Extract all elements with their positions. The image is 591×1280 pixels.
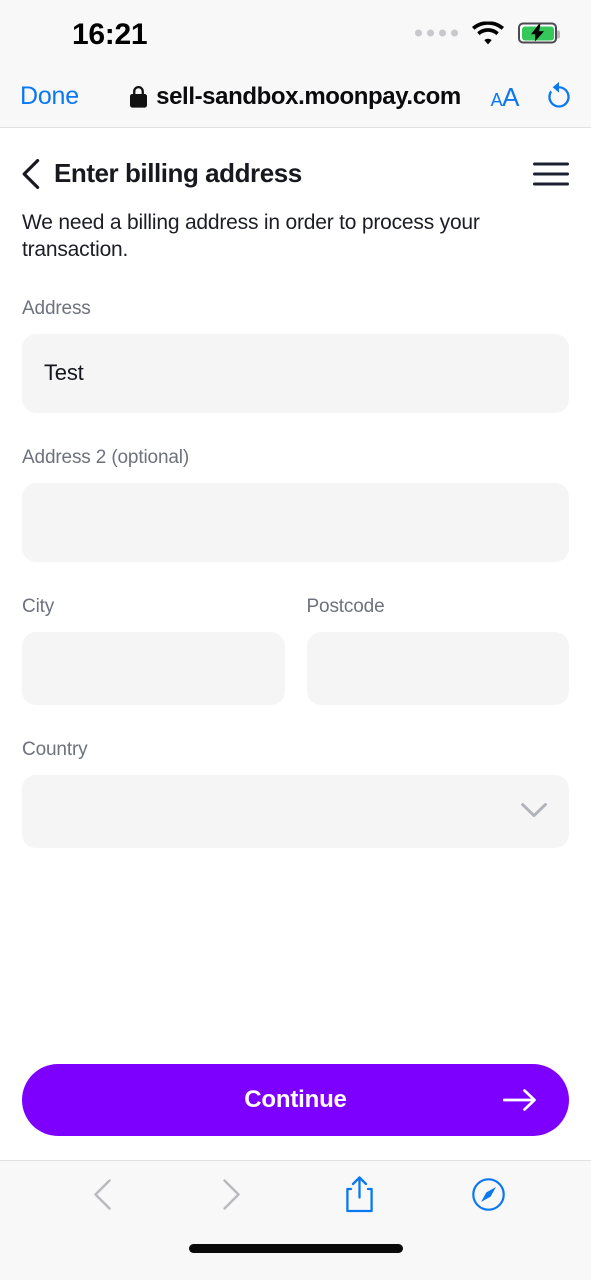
toolbar-back-button[interactable]: [38, 1179, 167, 1210]
field-address: Address Test: [22, 298, 569, 413]
continue-button-label: Continue: [244, 1086, 347, 1113]
status-bar-clock: 16:21: [72, 18, 148, 51]
reload-icon[interactable]: [545, 81, 573, 112]
continue-button[interactable]: Continue: [22, 1064, 569, 1136]
chevron-left-icon: [94, 1179, 111, 1210]
chevron-down-icon: [521, 803, 547, 818]
field-city: City: [22, 596, 285, 705]
chevron-right-icon: [222, 1179, 240, 1210]
page-title: Enter billing address: [54, 158, 302, 188]
city-postcode-row: City Postcode: [22, 596, 569, 705]
wifi-icon: [472, 21, 504, 45]
browser-bar-actions: A A: [490, 81, 573, 112]
field-label-country: Country: [22, 738, 88, 760]
safari-compass-icon: [472, 1178, 505, 1211]
page-header: Enter billing address: [22, 158, 569, 189]
home-indicator-area: [0, 1228, 591, 1280]
text-size-small-glyph: A: [490, 89, 503, 110]
status-bar-indicators: [415, 21, 560, 45]
toolbar-share-button[interactable]: [296, 1176, 425, 1213]
postcode-input[interactable]: [306, 631, 569, 705]
arrow-right-icon: [503, 1089, 536, 1111]
text-size-button[interactable]: A A: [490, 81, 520, 112]
browser-address-bar: Done sell-sandbox.moonpay.com A A: [0, 66, 591, 128]
hamburger-menu-icon[interactable]: [533, 162, 569, 185]
address-input[interactable]: Test: [22, 333, 569, 413]
cta-container: Continue: [22, 1064, 569, 1136]
page-subtitle: We need a billing address in order to pr…: [22, 211, 480, 262]
lock-icon: [130, 85, 148, 108]
address-input-value: Test: [44, 360, 84, 386]
ios-status-bar: 16:21: [0, 0, 591, 66]
country-select[interactable]: [22, 774, 569, 848]
done-button[interactable]: Done: [20, 82, 79, 111]
share-icon: [346, 1176, 374, 1213]
text-size-large-glyph: A: [502, 81, 519, 112]
chevron-left-icon[interactable]: [22, 158, 40, 189]
field-label-address2: Address 2 (optional): [22, 446, 190, 468]
field-country: Country: [22, 739, 569, 848]
field-postcode: Postcode: [306, 595, 569, 705]
cellular-dots-icon: [415, 29, 458, 37]
field-label-postcode: Postcode: [306, 595, 385, 617]
iphone-screen: 16:21 Done sell-sandbox.moonpay.com A A …: [0, 0, 591, 1280]
toolbar-tabs-button[interactable]: [424, 1178, 553, 1211]
city-input[interactable]: [22, 631, 285, 705]
field-label-address: Address: [22, 297, 91, 319]
field-address2: Address 2 (optional): [22, 447, 569, 562]
toolbar-forward-button[interactable]: [167, 1179, 296, 1210]
address2-input[interactable]: [22, 482, 569, 562]
safari-toolbar: [0, 1160, 591, 1228]
field-label-city: City: [22, 595, 55, 617]
battery-charging-icon: [518, 22, 560, 44]
home-indicator[interactable]: [188, 1244, 403, 1253]
webpage-content: Enter billing address We need a billing …: [0, 128, 591, 1160]
url-text[interactable]: sell-sandbox.moonpay.com: [156, 83, 461, 111]
